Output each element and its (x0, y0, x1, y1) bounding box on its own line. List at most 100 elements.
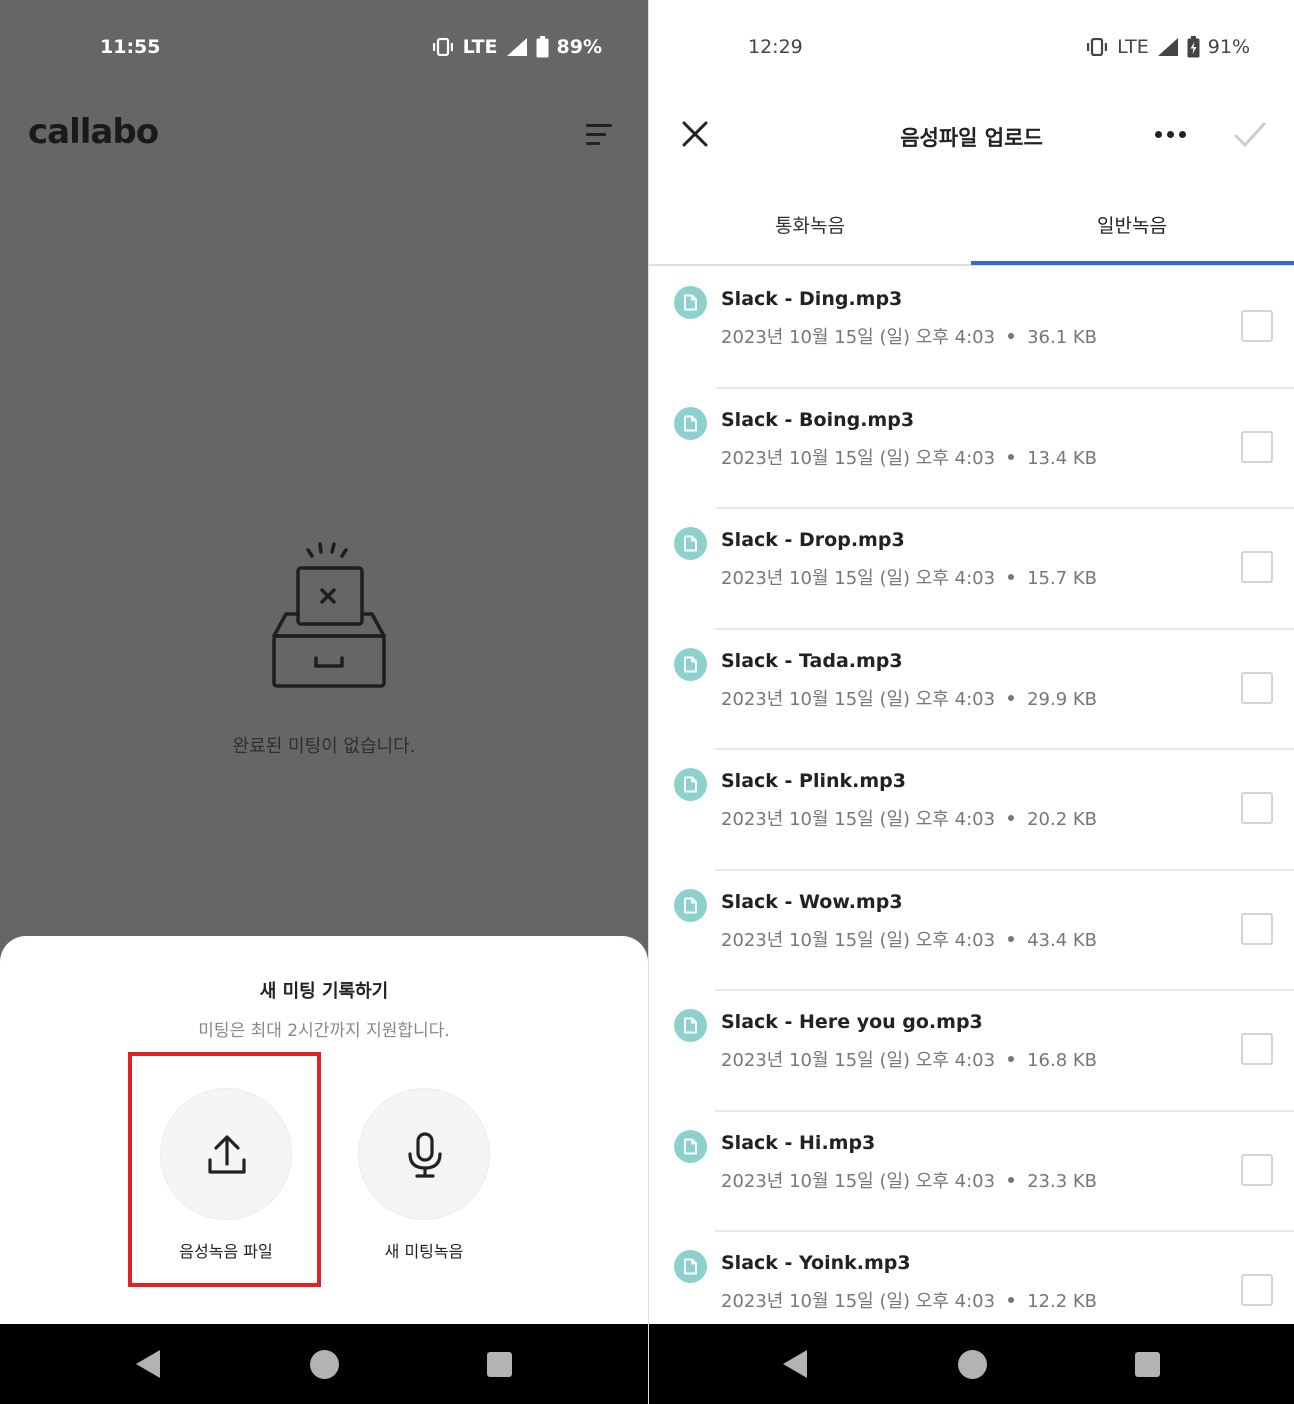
navigation-bar (0, 1324, 648, 1404)
file-name: Slack - Hi.mp3 (721, 1131, 876, 1154)
file-date: 2023년 10월 15일 (일) 오후 4:03 (721, 447, 996, 469)
status-bar: 12:29 LTE 91% (649, 0, 1294, 100)
file-meta: 2023년 10월 15일 (일) 오후 4:03 36.1 KB (721, 323, 1097, 349)
file-meta: 2023년 10월 15일 (일) 오후 4:03 43.4 KB (721, 926, 1097, 952)
status-icons: LTE 89% (431, 36, 602, 58)
file-row[interactable]: Slack - Here you go.mp3 2023년 10월 15일 (일)… (649, 991, 1294, 1112)
separator-dot (1008, 333, 1015, 339)
right-screen: 12:29 LTE 91% 음성파일 업로드 통화녹음 일반녹음 Slack -… (649, 0, 1294, 1324)
file-date: 2023년 10월 15일 (일) 오후 4:03 (721, 1050, 996, 1071)
file-name: Slack - Ding.mp3 (721, 288, 903, 310)
file-size: 36.1 KB (1027, 327, 1098, 348)
file-icon (674, 286, 707, 319)
signal-icon (506, 38, 527, 56)
file-checkbox[interactable] (1241, 1033, 1273, 1065)
file-row[interactable]: Slack - Hi.mp3 2023년 10월 15일 (일) 오후 4:03 2… (649, 1112, 1294, 1232)
file-name: Slack - Wow.mp3 (721, 890, 903, 913)
vibrate-icon (432, 38, 453, 56)
file-size: 13.4 KB (1027, 447, 1098, 469)
back-icon[interactable] (136, 1350, 160, 1378)
file-checkbox[interactable] (1241, 792, 1273, 824)
file-row[interactable]: Slack - Tada.mp3 2023년 10월 15일 (일) 오후 4:0… (649, 630, 1294, 750)
file-date: 2023년 10월 15일 (일) 오후 4:03 (721, 929, 996, 951)
file-icon (674, 1009, 707, 1042)
home-icon[interactable] (310, 1350, 339, 1379)
home-icon[interactable] (958, 1350, 987, 1379)
separator-dot (1008, 574, 1015, 580)
file-icon (674, 527, 707, 560)
network-label: LTE (1117, 36, 1149, 58)
navigation-bar (649, 1324, 1294, 1404)
file-date: 2023년 10월 15일 (일) 오후 4:03 (721, 688, 996, 710)
recent-apps-icon[interactable] (487, 1352, 512, 1377)
file-name: Slack - Here you go.mp3 (721, 1011, 983, 1033)
file-meta: 2023년 10월 15일 (일) 오후 4:03 16.8 KB (721, 1046, 1097, 1072)
back-icon[interactable] (783, 1350, 807, 1378)
file-date: 2023년 10월 15일 (일) 오후 4:03 (721, 1291, 996, 1312)
file-size: 16.8 KB (1027, 1050, 1098, 1071)
file-checkbox[interactable] (1241, 310, 1273, 342)
file-meta: 2023년 10월 15일 (일) 오후 4:03 13.4 KB (721, 444, 1097, 470)
file-checkbox[interactable] (1241, 551, 1273, 583)
record-option-label: 새 미팅녹음 (384, 1242, 464, 1261)
active-tab-indicator (971, 261, 1294, 265)
file-checkbox[interactable] (1241, 1274, 1273, 1306)
battery-percent: 91% (1207, 36, 1250, 58)
page-title: 음성파일 업로드 (900, 126, 1043, 150)
file-icon (674, 888, 707, 922)
file-date: 2023년 10월 15일 (일) 오후 4:03 (721, 809, 996, 830)
file-name: Slack - Yoink.mp3 (721, 1252, 911, 1274)
file-row[interactable]: Slack - Ding.mp3 2023년 10월 15일 (일) 오후 4:0… (649, 268, 1294, 389)
file-size: 29.9 KB (1027, 688, 1098, 710)
file-checkbox[interactable] (1241, 671, 1273, 704)
file-meta: 2023년 10월 15일 (일) 오후 4:03 15.7 KB (721, 564, 1097, 590)
record-circle[interactable] (358, 1088, 490, 1220)
file-row[interactable]: Slack - Wow.mp3 2023년 10월 15일 (일) 오후 4:03… (649, 871, 1294, 991)
file-name: Slack - Boing.mp3 (721, 408, 915, 431)
separator-dot (1008, 815, 1015, 821)
sheet-title: 새 미팅 기록하기 (259, 981, 389, 1002)
check-icon[interactable] (1233, 120, 1267, 150)
file-row[interactable]: Slack - Plink.mp3 2023년 10월 15일 (일) 오후 4:… (649, 750, 1294, 871)
file-size: 23.3 KB (1027, 1170, 1098, 1192)
empty-state-text: 완료된 미팅이 없습니다. (232, 736, 416, 757)
sheet-subtitle: 미팅은 최대 2시간까지 지원합니다. (198, 1021, 450, 1041)
file-list: Slack - Ding.mp3 2023년 10월 15일 (일) 오후 4:0… (649, 268, 1294, 1324)
menu-icon[interactable] (586, 122, 616, 148)
battery-charging-icon (1187, 36, 1200, 58)
file-row[interactable]: Slack - Drop.mp3 2023년 10월 15일 (일) 오후 4:0… (649, 509, 1294, 630)
file-size: 20.2 KB (1027, 809, 1098, 830)
file-size: 15.7 KB (1027, 568, 1098, 589)
battery-icon (536, 36, 549, 58)
file-meta: 2023년 10월 15일 (일) 오후 4:03 20.2 KB (721, 805, 1097, 831)
file-meta: 2023년 10월 15일 (일) 오후 4:03 23.3 KB (721, 1167, 1097, 1193)
file-icon (674, 406, 707, 440)
left-screen: 11:55 LTE 89% callabo 완료된 미팅이 없습니다. 새 미팅… (0, 0, 648, 1324)
highlight-box (128, 1052, 321, 1287)
more-icon[interactable] (1155, 130, 1187, 140)
file-checkbox[interactable] (1241, 1153, 1273, 1186)
recent-apps-icon[interactable] (1135, 1352, 1160, 1377)
separator-dot (1008, 935, 1015, 942)
status-bar: 11:55 LTE 89% (0, 0, 648, 100)
empty-drawer-icon (272, 542, 386, 688)
signal-icon (1157, 38, 1178, 56)
bottom-sheet: 새 미팅 기록하기 미팅은 최대 2시간까지 지원합니다. 음성녹음 파일 새 … (0, 936, 648, 1324)
file-size: 12.2 KB (1027, 1291, 1098, 1312)
separator-dot (1008, 1176, 1015, 1183)
tab-general-recording[interactable]: 일반녹음 (971, 186, 1293, 266)
file-row[interactable]: Slack - Yoink.mp3 2023년 10월 15일 (일) 오후 4:… (649, 1232, 1294, 1324)
file-date: 2023년 10월 15일 (일) 오후 4:03 (721, 327, 996, 348)
status-icons: LTE 91% (1085, 36, 1250, 58)
file-checkbox[interactable] (1241, 912, 1273, 945)
tab-bar: 통화녹음 일반녹음 (649, 186, 1294, 266)
tab-call-recording[interactable]: 통화녹음 (649, 186, 971, 266)
status-time: 11:55 (100, 36, 161, 58)
new-recording-button[interactable]: 새 미팅녹음 (324, 1088, 524, 1308)
file-checkbox[interactable] (1241, 430, 1273, 463)
file-size: 43.4 KB (1027, 929, 1098, 951)
file-icon (674, 768, 707, 801)
file-row[interactable]: Slack - Boing.mp3 2023년 10월 15일 (일) 오후 4:… (649, 389, 1294, 509)
file-date: 2023년 10월 15일 (일) 오후 4:03 (721, 1170, 996, 1192)
file-date: 2023년 10월 15일 (일) 오후 4:03 (721, 568, 996, 589)
